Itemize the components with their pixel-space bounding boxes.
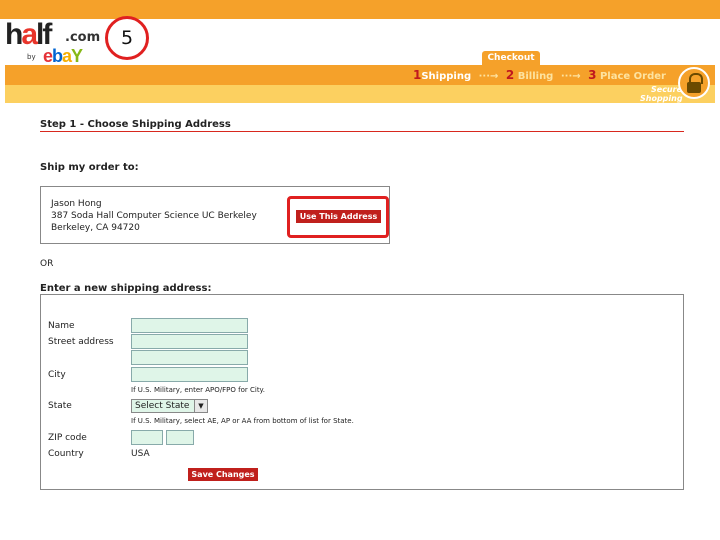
checkout-progress: 1Shipping ···→ 2 Billing ···→ 3 Place Or… bbox=[413, 68, 666, 82]
state-select[interactable]: Select State ▼ bbox=[131, 399, 208, 413]
address-city-line: Berkeley, CA 94720 bbox=[51, 223, 140, 233]
state-military-note: If U.S. Military, select AE, AP or AA fr… bbox=[131, 417, 354, 425]
step-arrow-icon: ···→ bbox=[560, 71, 581, 82]
new-address-heading: Enter a new shipping address: bbox=[40, 283, 212, 294]
dropdown-arrow-icon[interactable]: ▼ bbox=[194, 400, 207, 412]
step-3-label: Place Order bbox=[599, 71, 666, 82]
save-changes-button[interactable]: Save Changes bbox=[188, 468, 258, 481]
state-selected-value: Select State bbox=[135, 401, 190, 411]
address-street: 387 Soda Hall Computer Science UC Berkel… bbox=[51, 211, 257, 221]
highlight-annotation bbox=[287, 196, 389, 238]
top-banner bbox=[0, 0, 720, 19]
step-marker-annotation: 5 bbox=[105, 16, 149, 60]
zip-code-input[interactable] bbox=[131, 430, 163, 445]
step-1-label: Shipping bbox=[421, 71, 472, 82]
step-2-label: Billing bbox=[517, 71, 554, 82]
city-input[interactable] bbox=[131, 367, 248, 382]
heading-divider bbox=[40, 131, 684, 132]
ship-to-label: Ship my order to: bbox=[40, 162, 139, 173]
step-3-number: 3 bbox=[588, 68, 597, 82]
step-heading: Step 1 - Choose Shipping Address bbox=[40, 119, 231, 130]
street-address-label: Street address bbox=[48, 337, 114, 347]
logo-dotcom: .com bbox=[65, 30, 101, 45]
ebay-logo: ebaY bbox=[43, 46, 83, 66]
checkout-tab: Checkout bbox=[482, 51, 540, 65]
lock-icon bbox=[678, 67, 710, 99]
country-label: Country bbox=[48, 449, 84, 459]
city-military-note: If U.S. Military, enter APO/FPO for City… bbox=[131, 386, 265, 394]
name-label: Name bbox=[48, 321, 75, 331]
new-address-form: Name Street address City If U.S. Militar… bbox=[40, 294, 684, 490]
address-name: Jason Hong bbox=[51, 199, 102, 209]
zip-plus4-input[interactable] bbox=[166, 430, 194, 445]
checkout-subbar bbox=[5, 85, 715, 103]
half-com-logo[interactable]: half .com by ebaY bbox=[5, 20, 100, 67]
street-address-input[interactable] bbox=[131, 334, 248, 349]
country-value: USA bbox=[131, 449, 150, 459]
step-arrow-icon: ···→ bbox=[478, 71, 499, 82]
logo-by: by bbox=[27, 53, 36, 61]
street-address-line2-input[interactable] bbox=[131, 350, 248, 365]
secure-shopping-label: Secure Shopping bbox=[640, 85, 683, 103]
state-label: State bbox=[48, 401, 72, 411]
step-2-number: 2 bbox=[505, 68, 515, 82]
or-label: OR bbox=[40, 259, 54, 269]
city-label: City bbox=[48, 370, 66, 380]
zip-code-label: ZIP code bbox=[48, 433, 87, 443]
name-input[interactable] bbox=[131, 318, 248, 333]
